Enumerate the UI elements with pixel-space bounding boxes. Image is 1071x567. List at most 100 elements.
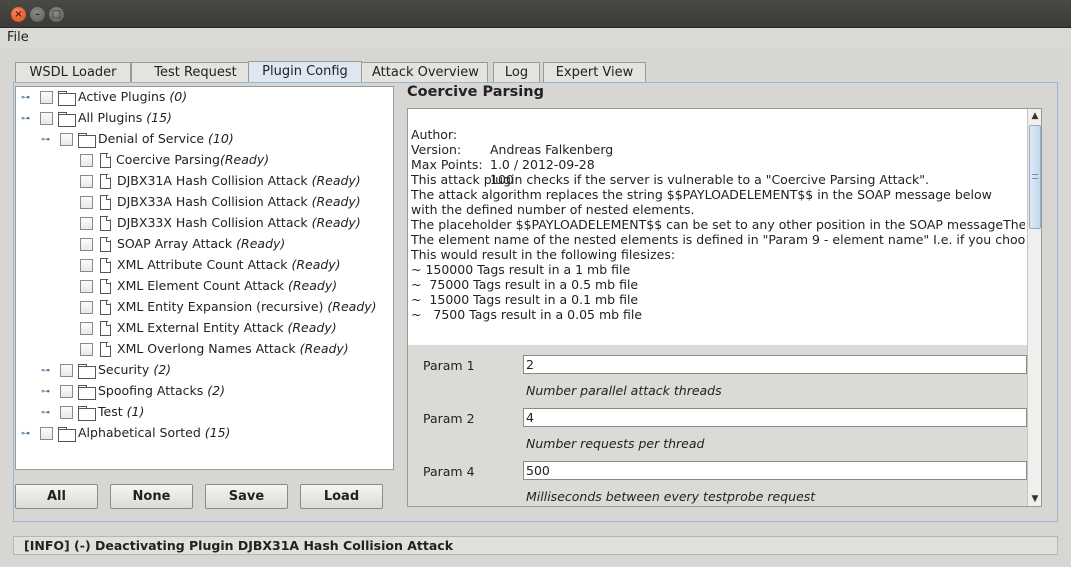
tab-expert-view[interactable]: Expert View	[543, 62, 646, 82]
plugin-checkbox[interactable]	[40, 91, 53, 104]
tree-node-xml-external-entity[interactable]: XML External Entity Attack (Ready)	[16, 318, 386, 339]
collapse-handle-icon[interactable]: ⊶	[41, 136, 51, 145]
plugin-title: Coercive Parsing	[407, 84, 544, 100]
plugin-checkbox[interactable]	[80, 259, 93, 272]
description-line: This attack plugin checks if the server …	[411, 172, 930, 187]
param-2-input[interactable]	[523, 408, 1027, 427]
tab-test-request[interactable]: Test Request	[131, 62, 260, 82]
plugin-checkbox[interactable]	[40, 427, 53, 440]
plugin-checkbox[interactable]	[60, 406, 73, 419]
tab-plugin-config[interactable]: Plugin Config	[248, 61, 362, 82]
tree-node-spoofing-attacks[interactable]: ⊶ Spoofing Attacks (2)	[16, 381, 386, 402]
tree-status: (Ready)	[219, 152, 270, 167]
param-help: Number parallel attack threads	[526, 383, 722, 398]
plugin-checkbox[interactable]	[60, 364, 73, 377]
tab-attack-overview[interactable]: Attack Overview	[361, 62, 488, 82]
status-bar: [INFO] (-) Deactivating Plugin DJBX31A H…	[13, 536, 1058, 555]
tree-status: (2)	[207, 383, 225, 398]
plugin-checkbox[interactable]	[80, 280, 93, 293]
plugin-checkbox[interactable]	[60, 385, 73, 398]
tree-status: (Ready)	[311, 215, 361, 230]
plugin-checkbox[interactable]	[80, 322, 93, 335]
tree-node-denial-of-service[interactable]: ⊶ Denial of Service (10)	[16, 129, 386, 150]
tree-label: XML Entity Expansion (recursive)	[117, 299, 324, 314]
tree-status: (10)	[208, 131, 234, 146]
tree-label: DJBX33X Hash Collision Attack	[117, 215, 308, 230]
folder-icon	[78, 385, 96, 400]
tree-status: (Ready)	[236, 236, 286, 251]
tree-node-djbx33a[interactable]: DJBX33A Hash Collision Attack (Ready)	[16, 192, 386, 213]
plugin-checkbox[interactable]	[80, 175, 93, 188]
maximize-icon[interactable]: □	[49, 7, 64, 22]
menu-file[interactable]: File	[7, 30, 29, 45]
tree-status: (Ready)	[311, 173, 361, 188]
tree-node-test[interactable]: ⊶ Test (1)	[16, 402, 386, 423]
minimize-icon[interactable]: –	[30, 7, 45, 22]
plugin-checkbox[interactable]	[80, 217, 93, 230]
collapse-handle-icon[interactable]: ⊶	[21, 115, 31, 124]
tree-node-xml-attribute-count[interactable]: XML Attribute Count Attack (Ready)	[16, 255, 386, 276]
tree-status: (Ready)	[288, 278, 338, 293]
tree-node-active-plugins[interactable]: ⊶ Active Plugins (0)	[16, 87, 386, 108]
close-icon[interactable]: ×	[11, 7, 26, 22]
file-icon	[100, 237, 111, 252]
save-button[interactable]: Save	[205, 484, 288, 509]
plugin-checkbox[interactable]	[60, 133, 73, 146]
plugin-checkbox[interactable]	[80, 154, 93, 167]
file-icon	[100, 174, 111, 189]
scroll-down-icon[interactable]: ▼	[1028, 492, 1041, 506]
expand-handle-icon[interactable]: ⊶	[21, 430, 31, 439]
file-icon	[100, 216, 111, 231]
tree-status: (2)	[153, 362, 172, 377]
expand-handle-icon[interactable]: ⊶	[41, 409, 51, 418]
expand-handle-icon[interactable]: ⊶	[41, 367, 51, 376]
param-label: Param 4	[423, 464, 475, 479]
select-all-button[interactable]: All	[15, 484, 98, 509]
plugin-checkbox[interactable]	[80, 343, 93, 356]
window-titlebar: × – □	[0, 0, 1071, 28]
file-icon	[100, 321, 111, 336]
tree-label: XML External Entity Attack	[117, 320, 284, 335]
plugin-checkbox[interactable]	[80, 196, 93, 209]
tree-node-coercive-parsing[interactable]: Coercive Parsing(Ready)	[16, 150, 386, 171]
param-label: Param 1	[423, 358, 475, 373]
select-none-button[interactable]: None	[110, 484, 193, 509]
scroll-thumb[interactable]	[1029, 125, 1041, 229]
description-line: with the defined number of nested elemen…	[411, 202, 695, 217]
tab-log[interactable]: Log	[493, 62, 540, 82]
author-value: Andreas Falkenberg	[490, 142, 614, 157]
tree-status: (15)	[204, 425, 231, 440]
tree-node-soap-array[interactable]: SOAP Array Attack (Ready)	[16, 234, 386, 255]
tree-label: XML Element Count Attack	[117, 278, 285, 293]
description-line: ~ 150000 Tags result in a 1 mb file	[411, 262, 631, 277]
plugin-checkbox[interactable]	[80, 301, 93, 314]
tree-status: (Ready)	[299, 341, 349, 356]
tree-node-djbx31a[interactable]: DJBX31A Hash Collision Attack (Ready)	[16, 171, 386, 192]
expand-handle-icon[interactable]: ⊶	[41, 388, 51, 397]
file-icon	[100, 279, 111, 294]
param-1-input[interactable]	[523, 355, 1027, 374]
tab-wsdl-loader[interactable]: WSDL Loader	[15, 62, 131, 82]
tree-node-xml-entity-expansion[interactable]: XML Entity Expansion (recursive) (Ready)	[16, 297, 386, 318]
plugin-checkbox[interactable]	[80, 238, 93, 251]
file-icon	[100, 258, 111, 273]
tree-status: (15)	[146, 110, 172, 125]
tree-node-xml-overlong-names[interactable]: XML Overlong Names Attack (Ready)	[16, 339, 386, 360]
detail-scrollbar[interactable]: ▲ ▼	[1027, 109, 1041, 506]
tree-label: Security	[98, 362, 150, 377]
scroll-up-icon[interactable]: ▲	[1028, 109, 1041, 123]
plugin-checkbox[interactable]	[40, 112, 53, 125]
tree-node-djbx33x[interactable]: DJBX33X Hash Collision Attack (Ready)	[16, 213, 386, 234]
tree-node-all-plugins[interactable]: ⊶ All Plugins (15)	[16, 108, 386, 129]
tree-node-security[interactable]: ⊶ Security (2)	[16, 360, 386, 381]
plugin-tree: ⊶ Active Plugins (0) ⊶ All Plugins (15) …	[15, 86, 394, 470]
param-4-input[interactable]	[523, 461, 1027, 480]
grip-icon	[1032, 174, 1038, 179]
tree-node-alphabetical-sorted[interactable]: ⊶ Alphabetical Sorted (15)	[16, 423, 386, 444]
tree-label-selected: Coercive Parsing	[116, 152, 220, 167]
tree-node-xml-element-count[interactable]: XML Element Count Attack (Ready)	[16, 276, 386, 297]
load-button[interactable]: Load	[300, 484, 383, 509]
parameter-list: Param 1 Number parallel attack threads P…	[408, 345, 1027, 506]
tree-label: Alphabetical Sorted	[78, 425, 201, 440]
expand-handle-icon[interactable]: ⊶	[21, 94, 31, 103]
